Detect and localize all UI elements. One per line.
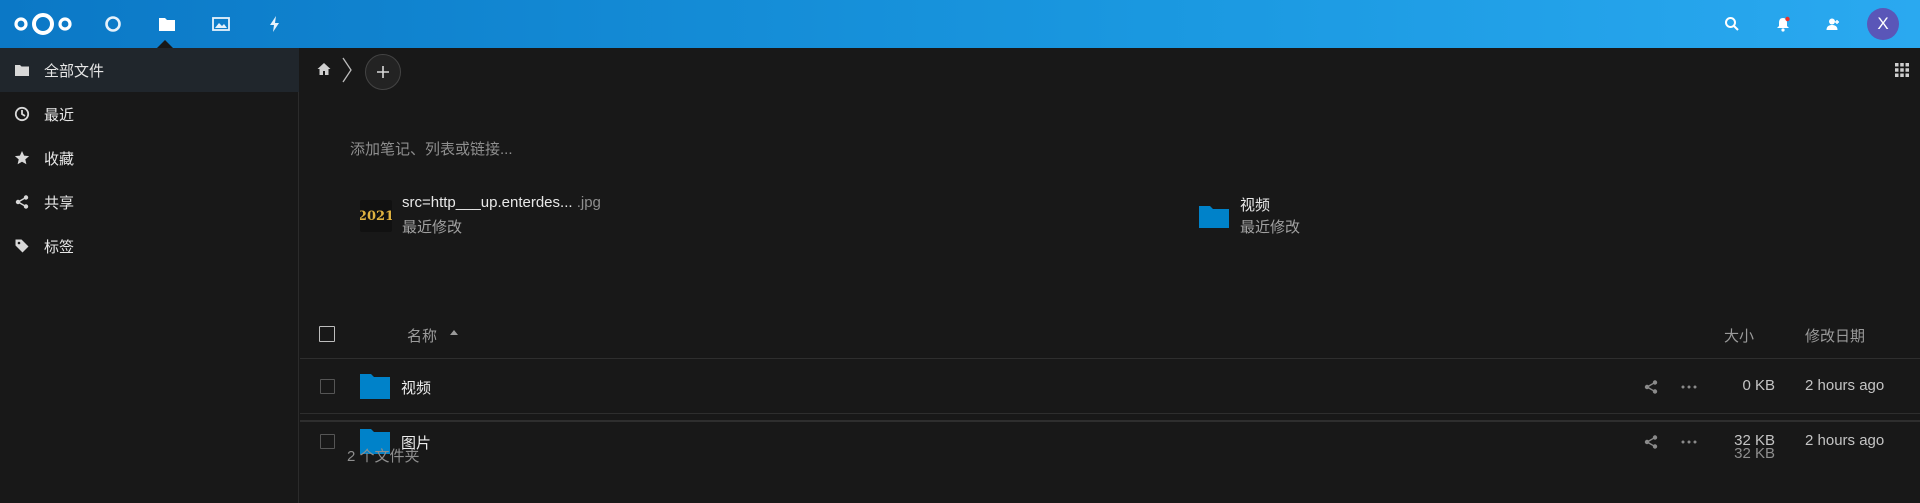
recent-folder-item[interactable]: 视频 最近修改 <box>1198 194 1498 238</box>
share-icon <box>15 195 29 209</box>
plus-icon <box>377 66 389 78</box>
grid-view-icon[interactable] <box>1894 62 1910 78</box>
search-icon[interactable] <box>1710 0 1754 48</box>
recent-file-subtitle: 最近修改 <box>402 219 463 236</box>
rich-workspace-note[interactable]: 添加笔记、列表或链接... <box>350 138 1250 159</box>
recent-file-name: src=http___up.enterdes... .jpg <box>402 194 601 211</box>
sidebar-item-favorites[interactable]: 收藏 <box>0 136 299 180</box>
contacts-icon[interactable] <box>1811 0 1855 48</box>
row-checkbox[interactable] <box>320 379 335 394</box>
photos-app-icon[interactable] <box>194 0 248 48</box>
breadcrumb-separator <box>342 57 352 83</box>
row-divider <box>300 420 1920 421</box>
folder-icon <box>15 65 29 76</box>
file-size: 0 KB <box>1742 377 1775 394</box>
sidebar: 全部文件 最近 收藏 共享 标签 <box>0 48 299 503</box>
home-icon[interactable] <box>316 61 332 77</box>
sidebar-item-shares[interactable]: 共享 <box>0 180 299 224</box>
summary-count: 2 个文件夹 <box>347 448 420 465</box>
image-thumbnail: 2021 <box>360 200 392 232</box>
star-icon <box>14 151 30 165</box>
notifications-icon[interactable] <box>1761 0 1805 48</box>
files-main: 添加笔记、列表或链接... 2021 src=http___up.enterde… <box>300 48 1920 503</box>
file-modified: 2 hours ago <box>1805 377 1885 394</box>
tag-icon <box>15 239 29 253</box>
new-file-button[interactable] <box>365 54 401 90</box>
sidebar-item-label: 最近 <box>44 106 75 124</box>
sidebar-item-recent[interactable]: 最近 <box>0 92 299 136</box>
nextcloud-logo[interactable] <box>12 10 74 38</box>
summary-size: 32 KB <box>1734 445 1775 462</box>
top-header: X <box>0 0 1920 48</box>
select-all-checkbox[interactable] <box>319 326 335 342</box>
folder-icon <box>1199 206 1229 228</box>
table-row[interactable]: 视频 0 KB 2 hours ago <box>300 358 1920 413</box>
sort-ascending-icon <box>450 330 458 335</box>
sidebar-item-label: 标签 <box>44 238 75 256</box>
file-table-header: 名称 大小 修改日期 <box>300 310 1920 358</box>
share-icon[interactable] <box>1643 379 1659 395</box>
active-app-indicator <box>157 40 173 48</box>
dashboard-app-icon[interactable] <box>86 0 140 48</box>
recent-folder-subtitle: 最近修改 <box>1240 219 1301 236</box>
activity-app-icon[interactable] <box>248 0 302 48</box>
sidebar-item-label: 共享 <box>44 194 75 212</box>
folder-icon <box>360 374 390 399</box>
recent-folder-name: 视频 <box>1240 197 1271 214</box>
sidebar-item-tags[interactable]: 标签 <box>0 224 299 268</box>
sidebar-item-label: 收藏 <box>44 150 75 168</box>
column-size-header[interactable]: 大小 <box>1724 325 1754 346</box>
column-name-header[interactable]: 名称 <box>407 325 437 346</box>
sidebar-item-all-files[interactable]: 全部文件 <box>0 48 299 92</box>
clock-icon <box>14 106 30 122</box>
recent-file-item[interactable]: 2021 src=http___up.enterdes... .jpg 最近修改 <box>360 194 760 238</box>
column-modified-header[interactable]: 修改日期 <box>1805 325 1865 346</box>
user-avatar[interactable]: X <box>1867 8 1899 40</box>
sidebar-item-label: 全部文件 <box>44 62 105 80</box>
table-summary <box>300 421 1920 477</box>
file-name[interactable]: 视频 <box>401 377 431 398</box>
